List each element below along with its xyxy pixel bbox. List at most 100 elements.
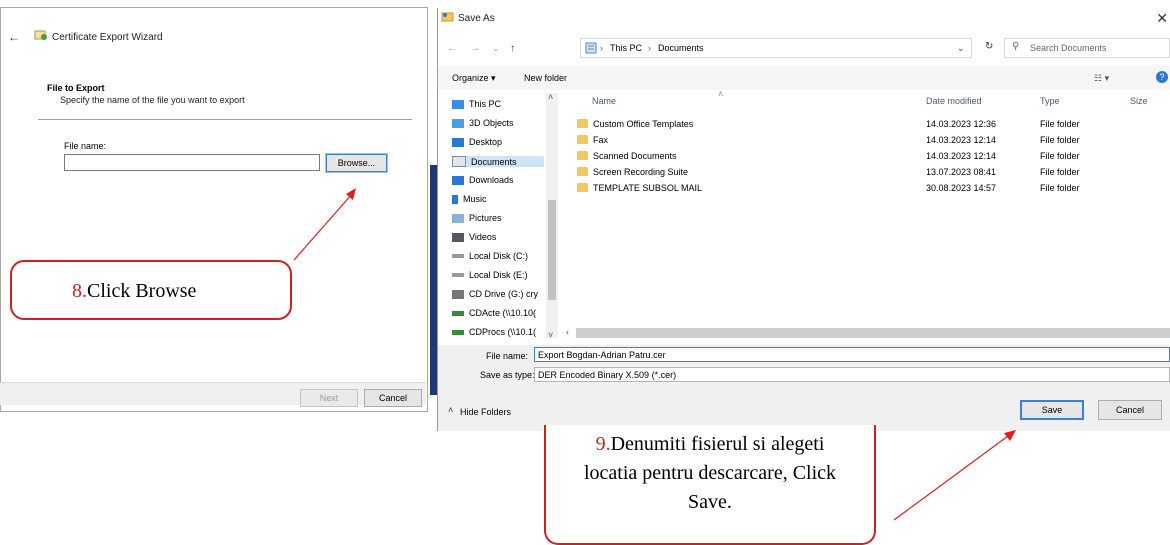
nav-item-videos[interactable]: Videos [452,232,496,242]
disk-icon [452,273,464,277]
save-cancel-button[interactable]: Cancel [1098,400,1162,420]
help-icon[interactable]: ? [1156,71,1168,83]
column-type[interactable]: Type [1040,96,1060,106]
breadcrumb-item[interactable]: Documents [658,43,704,53]
nav-item-label: This PC [469,99,502,109]
nav-item-label: Videos [469,232,497,242]
back-arrow-icon[interactable]: ← [8,30,20,44]
browse-button[interactable]: Browse... [325,153,388,173]
step-number: 9. [595,433,611,455]
next-button[interactable]: Next [300,389,358,407]
certificate-icon [34,30,47,40]
nav-item-this-pc[interactable]: This PC [452,99,501,109]
wizard-footer [0,382,426,405]
recent-dropdown-icon[interactable]: ⌄ [492,43,500,54]
column-size[interactable]: Size [1130,96,1148,106]
folder-icon [577,183,588,192]
nav-item-label: CDActe (\\10.10( [469,308,537,318]
documents-icon [452,156,466,167]
close-icon[interactable]: ✕ [1156,10,1168,27]
file-date: 14.03.2023 12:14 [926,135,997,145]
music-icon [452,194,458,204]
file-row[interactable]: Custom Office Templates 14.03.2023 12:36 F… [575,117,1135,132]
address-dropdown-icon[interactable]: ⌄ [957,43,965,54]
nav-item-local-disk-c[interactable]: Local Disk (C:) [452,251,528,261]
nav-item-cdprocs-10-1[interactable]: CDProcs (\\10.1( [452,327,536,337]
organize-menu[interactable]: Organize ▾ [452,73,496,84]
nav-item-label: Documents [471,156,517,167]
filename-input[interactable] [64,154,320,171]
wizard-cancel-button[interactable]: Cancel [364,389,422,407]
breadcrumb-item[interactable]: This PC [610,43,642,53]
file-row[interactable]: TEMPLATE SUBSOL MAIL 30.08.2023 14:57 File… [575,181,1135,196]
pictures-icon [452,213,464,223]
file-date: 14.03.2023 12:14 [926,151,997,161]
search-placeholder: Search Documents [1030,43,1107,53]
scroll-left-icon[interactable]: ‹ [566,327,569,337]
nav-item-music[interactable]: Music [452,194,487,204]
nav-item-label: Local Disk (E:) [469,270,528,280]
cube-icon [452,118,464,128]
nav-item-local-disk-e[interactable]: Local Disk (E:) [452,270,528,280]
callout-9-text: 9.Denumiti fisierul si alegeti locatia p… [575,430,845,517]
dialog-title: Save As [458,13,495,24]
file-type: File folder [1040,151,1080,161]
scroll-up-icon[interactable]: ˄ [548,92,553,102]
section-title: File to Export [47,83,105,93]
file-type: File folder [1040,135,1080,145]
refresh-icon[interactable]: ↻ [985,41,993,52]
wizard-title: Certificate Export Wizard [52,32,163,43]
back-nav-icon[interactable]: ← [447,43,457,54]
nav-item-label: Pictures [469,213,502,223]
column-name[interactable]: Name [592,96,616,106]
folder-icon [577,135,588,144]
file-row[interactable]: Scanned Documents 14.03.2023 12:14 File fo… [575,149,1135,164]
horizontal-scrollbar-thumb[interactable] [576,328,1170,338]
folder-location-icon [585,42,597,54]
nav-item-desktop[interactable]: Desktop [452,137,502,147]
file-name: Screen Recording Suite [593,167,689,177]
nav-item-cdacte-10-10[interactable]: CDActe (\\10.10( [452,308,536,318]
file-date: 13.07.2023 08:41 [926,167,997,177]
download-icon [452,175,464,185]
scroll-down-icon[interactable]: ˅ [548,330,553,340]
new-folder-button[interactable]: New folder [524,73,567,83]
nav-item-downloads[interactable]: Downloads [452,175,514,185]
up-arrow-icon[interactable]: ↑ [510,43,515,54]
search-icon: ⚲ [1012,41,1020,52]
hide-folders-button[interactable]: Hide Folders [460,407,511,417]
folder-icon [577,151,588,160]
chevron-up-icon[interactable]: ˄ [448,405,453,415]
nav-scrollbar-thumb[interactable] [548,200,556,300]
save-filename-input[interactable]: Export Bogdan-Adrian Patru.cer [534,347,1170,362]
file-row[interactable]: Screen Recording Suite 13.07.2023 08:41 Fi… [575,165,1135,180]
column-date[interactable]: Date modified [926,96,982,106]
forward-nav-icon[interactable]: → [470,43,480,54]
nav-item-label: CDProcs (\\10.1( [469,327,537,337]
folder-icon [577,119,588,128]
nav-item-documents[interactable]: Documents [452,156,544,167]
save-type-select[interactable]: DER Encoded Binary X.509 (*.cer) [534,367,1170,382]
file-type: File folder [1040,167,1080,177]
save-as-icon [441,12,454,22]
file-name: Scanned Documents [593,151,677,161]
nav-item-3d-objects[interactable]: 3D Objects [452,118,514,128]
network-drive-icon [452,310,464,316]
step-number: 8. [72,280,87,302]
file-type: File folder [1040,183,1080,193]
pc-icon [452,99,464,109]
callout9-arrow [893,430,1016,521]
nav-item-label: Local Disk (C:) [469,251,529,261]
save-type-label: Save as type: [480,370,535,380]
divider [38,119,412,120]
section-description: Specify the name of the file you want to… [60,95,245,105]
view-options-icon[interactable]: ☷ ▾ [1094,73,1109,84]
breadcrumb-separator-icon: › [648,43,651,53]
nav-item-pictures[interactable]: Pictures [452,213,502,223]
file-row[interactable]: Fax 14.03.2023 12:14 File folder [575,133,1135,148]
save-button[interactable]: Save [1020,400,1084,420]
step-text: Click Browse [87,280,197,302]
nav-item-cd-drive-g-cry[interactable]: CD Drive (G:) cry [452,289,538,299]
file-name: Custom Office Templates [593,119,694,129]
nav-item-label: Music [463,194,487,204]
